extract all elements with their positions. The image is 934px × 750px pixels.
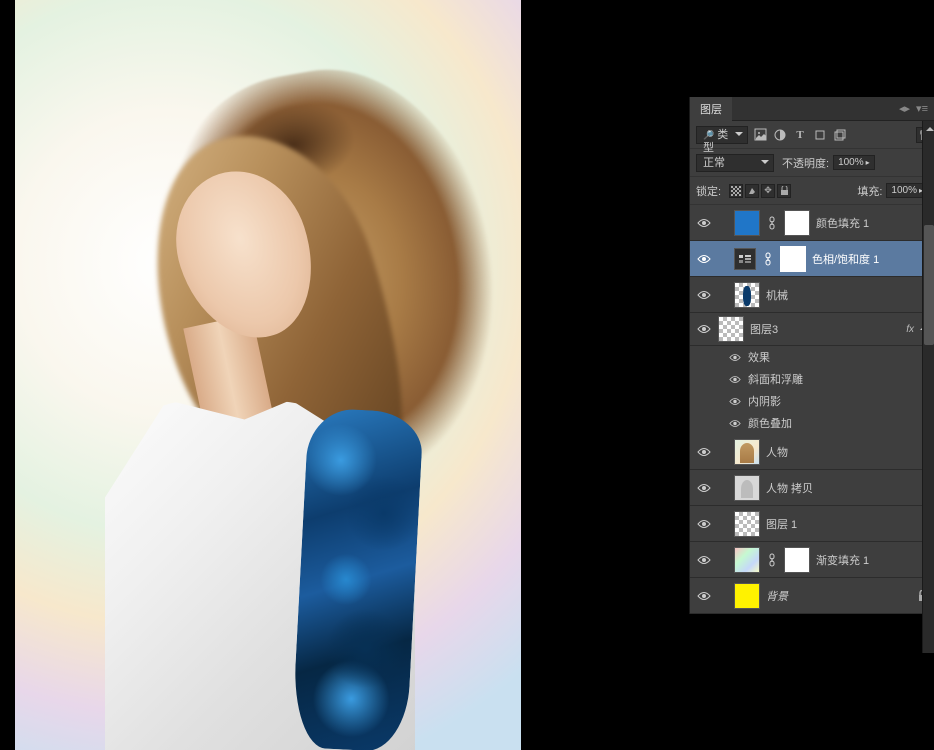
layer-thumbnail[interactable] bbox=[734, 282, 760, 308]
tab-layers[interactable]: 图层 bbox=[690, 97, 732, 121]
visibility-icon[interactable] bbox=[696, 251, 712, 267]
lock-all-icon[interactable] bbox=[777, 184, 791, 198]
layer-name[interactable]: 图层3 bbox=[750, 321, 900, 337]
effect-name: 斜面和浮雕 bbox=[748, 371, 803, 387]
layers-panel: 图层 ◂▸ ▾≡ 🔎 类型 T 正常 不透明度: 100% bbox=[689, 97, 934, 614]
blend-opacity-row: 正常 不透明度: 100% bbox=[690, 149, 934, 177]
lock-position-icon[interactable]: ✥ bbox=[761, 184, 775, 198]
layer-row[interactable]: 机械 bbox=[690, 277, 934, 313]
layer-thumbnail[interactable] bbox=[734, 547, 760, 573]
effect-item[interactable]: 颜色叠加 bbox=[690, 412, 934, 434]
visibility-icon[interactable] bbox=[696, 287, 712, 303]
visibility-icon[interactable] bbox=[696, 588, 712, 604]
fill-label: 填充: bbox=[857, 183, 882, 199]
effect-name: 内阴影 bbox=[748, 393, 781, 409]
effects-label: 效果 bbox=[748, 349, 770, 365]
mask-link-icon[interactable] bbox=[766, 210, 778, 236]
layer-name[interactable]: 渐变填充 1 bbox=[816, 552, 928, 568]
layer-thumbnail[interactable] bbox=[734, 210, 760, 236]
mask-link-icon[interactable] bbox=[762, 246, 774, 272]
layer-row[interactable]: 图层3 fx bbox=[690, 313, 934, 346]
layer-row[interactable]: 图层 1 bbox=[690, 506, 934, 542]
visibility-icon[interactable] bbox=[728, 416, 742, 430]
panel-menu-icon[interactable]: ▾≡ bbox=[916, 102, 928, 115]
visibility-icon[interactable] bbox=[696, 444, 712, 460]
canvas-image bbox=[75, 40, 495, 750]
panel-collapse-icon[interactable]: ◂▸ bbox=[899, 102, 910, 115]
layers-scrollbar[interactable] bbox=[922, 121, 934, 653]
layer-row[interactable]: 人物 拷贝 bbox=[690, 470, 934, 506]
effects-header[interactable]: 效果 bbox=[690, 346, 934, 368]
shape-filter-icon[interactable] bbox=[812, 127, 828, 143]
lock-label: 锁定: bbox=[696, 183, 721, 199]
lock-fill-row: 锁定: ✥ 填充: 100% bbox=[690, 177, 934, 205]
lock-pixels-icon[interactable] bbox=[745, 184, 759, 198]
filter-type-dropdown[interactable]: 🔎 类型 bbox=[696, 126, 748, 144]
layer-name[interactable]: 机械 bbox=[766, 287, 928, 303]
layer-thumbnail[interactable] bbox=[734, 439, 760, 465]
opacity-value[interactable]: 100% bbox=[833, 155, 875, 170]
opacity-label: 不透明度: bbox=[782, 155, 829, 171]
mask-link-icon[interactable] bbox=[766, 547, 778, 573]
image-filter-icon[interactable] bbox=[752, 127, 768, 143]
adjustment-filter-icon[interactable] bbox=[772, 127, 788, 143]
layer-thumbnail[interactable] bbox=[734, 511, 760, 537]
layer-row[interactable]: 渐变填充 1 bbox=[690, 542, 934, 578]
lock-transparent-icon[interactable] bbox=[729, 184, 743, 198]
fx-indicator[interactable]: fx bbox=[906, 324, 914, 335]
visibility-icon[interactable] bbox=[696, 516, 712, 532]
panel-tabs: 图层 ◂▸ ▾≡ bbox=[690, 97, 934, 121]
visibility-icon[interactable] bbox=[696, 215, 712, 231]
layer-thumbnail[interactable] bbox=[734, 583, 760, 609]
layer-name[interactable]: 人物 拷贝 bbox=[766, 480, 928, 496]
layer-name[interactable]: 颜色填充 1 bbox=[816, 215, 928, 231]
effect-name: 颜色叠加 bbox=[748, 415, 792, 431]
layer-row[interactable]: 色相/饱和度 1 bbox=[690, 241, 934, 277]
layer-name[interactable]: 色相/饱和度 1 bbox=[812, 251, 928, 267]
blend-mode-dropdown[interactable]: 正常 bbox=[696, 154, 774, 172]
layer-row[interactable]: 背景 bbox=[690, 578, 934, 614]
effect-item[interactable]: 内阴影 bbox=[690, 390, 934, 412]
visibility-icon[interactable] bbox=[728, 394, 742, 408]
layer-filter-row: 🔎 类型 T bbox=[690, 121, 934, 149]
effect-item[interactable]: 斜面和浮雕 bbox=[690, 368, 934, 390]
layer-name[interactable]: 背景 bbox=[766, 588, 912, 604]
visibility-icon[interactable] bbox=[728, 372, 742, 386]
layer-mask-thumbnail[interactable] bbox=[780, 246, 806, 272]
layer-row[interactable]: 人物 bbox=[690, 434, 934, 470]
visibility-icon[interactable] bbox=[696, 321, 712, 337]
scrollbar-thumb[interactable] bbox=[924, 225, 934, 345]
layer-thumbnail[interactable] bbox=[718, 316, 744, 342]
type-filter-icon[interactable]: T bbox=[792, 127, 808, 143]
visibility-icon[interactable] bbox=[696, 480, 712, 496]
layers-list: 颜色填充 1 色相/饱和度 1 机械 bbox=[690, 205, 934, 614]
layer-row[interactable]: 颜色填充 1 bbox=[690, 205, 934, 241]
visibility-icon[interactable] bbox=[728, 350, 742, 364]
smartobject-filter-icon[interactable] bbox=[832, 127, 848, 143]
layer-thumbnail[interactable] bbox=[734, 475, 760, 501]
canvas[interactable] bbox=[15, 0, 521, 750]
layer-name[interactable]: 人物 bbox=[766, 444, 928, 460]
layer-mask-thumbnail[interactable] bbox=[784, 547, 810, 573]
visibility-icon[interactable] bbox=[696, 552, 712, 568]
layer-mask-thumbnail[interactable] bbox=[784, 210, 810, 236]
layer-name[interactable]: 图层 1 bbox=[766, 516, 928, 532]
adjustment-icon[interactable] bbox=[734, 248, 756, 270]
